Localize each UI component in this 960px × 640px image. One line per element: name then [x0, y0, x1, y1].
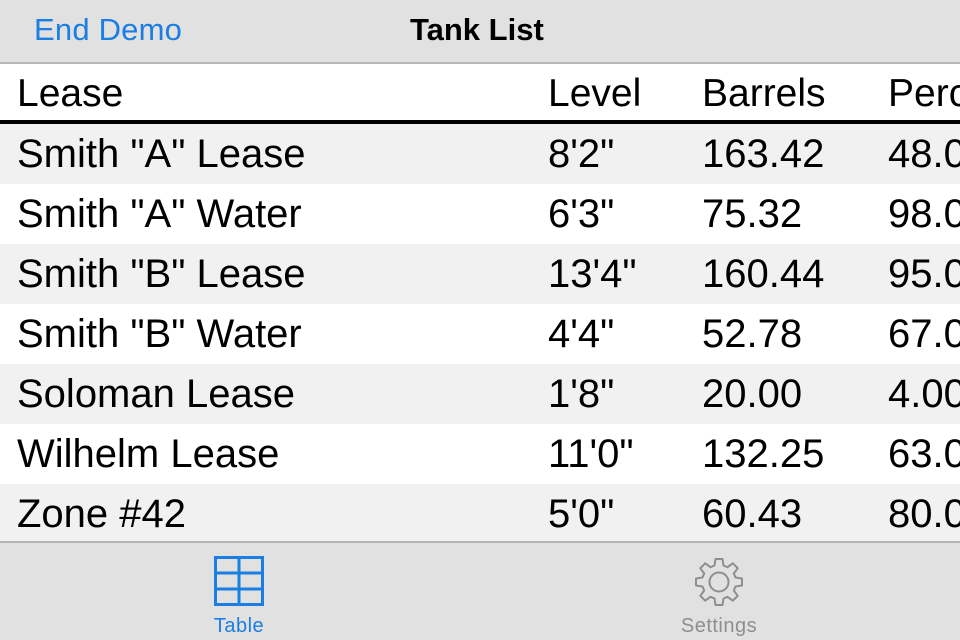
- table-row[interactable]: Smith "A" Water 6'3" 75.32 98.0: [0, 184, 960, 244]
- table-row[interactable]: Zone #42 5'0" 60.43 80.0: [0, 484, 960, 541]
- table-grid-icon: [214, 556, 264, 606]
- table-row[interactable]: Soloman Lease 1'8" 20.00 4.00: [0, 364, 960, 424]
- cell-percent: 63.0: [888, 432, 960, 476]
- gear-icon: [695, 558, 743, 606]
- cell-lease: Smith "B" Water: [17, 312, 302, 356]
- column-header-level[interactable]: Level: [548, 64, 641, 124]
- cell-lease: Zone #42: [17, 492, 187, 536]
- cell-barrels: 75.32: [702, 192, 803, 236]
- column-header-percent[interactable]: Perc: [888, 64, 960, 124]
- cell-level: 11'0": [548, 432, 634, 476]
- cell-barrels: 60.43: [702, 492, 803, 536]
- cell-lease: Soloman Lease: [17, 372, 295, 416]
- cell-percent: 67.0: [888, 312, 960, 356]
- navigation-bar: End Demo Tank List: [0, 0, 960, 64]
- cell-percent: 80.0: [888, 492, 960, 536]
- cell-level: 13'4": [548, 252, 637, 296]
- tab-table[interactable]: Table: [139, 543, 339, 640]
- cell-lease: Smith "A" Lease: [17, 132, 306, 176]
- cell-barrels: 52.78: [702, 312, 803, 356]
- cell-percent: 95.0: [888, 252, 960, 296]
- cell-level: 6'3": [548, 192, 615, 236]
- cell-lease: Smith "B" Lease: [17, 252, 306, 296]
- cell-percent: 4.00: [888, 372, 960, 416]
- cell-barrels: 163.42: [702, 132, 825, 176]
- table-row[interactable]: Smith "A" Lease 8'2" 163.42 48.0: [0, 124, 960, 184]
- tab-settings[interactable]: Settings: [619, 543, 819, 640]
- table-header-row: Lease Level Barrels Perc: [0, 64, 960, 124]
- cell-lease: Smith "A" Water: [17, 192, 302, 236]
- table-row[interactable]: Smith "B" Lease 13'4" 160.44 95.0: [0, 244, 960, 304]
- table-row[interactable]: Smith "B" Water 4'4" 52.78 67.0: [0, 304, 960, 364]
- cell-lease: Wilhelm Lease: [17, 432, 280, 476]
- cell-barrels: 20.00: [702, 372, 803, 416]
- cell-level: 1'8": [548, 372, 615, 416]
- cell-percent: 98.0: [888, 192, 960, 236]
- app-screen: End Demo Tank List Lease Level Barrels P…: [0, 0, 960, 640]
- tab-table-label: Table: [213, 615, 265, 637]
- column-header-barrels[interactable]: Barrels: [702, 64, 826, 124]
- tab-bar: Table Settings: [0, 541, 960, 640]
- cell-level: 4'4": [548, 312, 615, 356]
- cell-barrels: 132.25: [702, 432, 825, 476]
- tank-table[interactable]: Lease Level Barrels Perc Smith "A" Lease…: [0, 64, 960, 541]
- column-header-lease[interactable]: Lease: [17, 64, 123, 124]
- end-demo-button[interactable]: End Demo: [34, 12, 182, 48]
- cell-level: 5'0": [548, 492, 615, 536]
- cell-barrels: 160.44: [702, 252, 825, 296]
- cell-percent: 48.0: [888, 132, 960, 176]
- page-title: Tank List: [410, 12, 544, 47]
- cell-level: 8'2": [548, 132, 615, 176]
- table-row[interactable]: Wilhelm Lease 11'0" 132.25 63.0: [0, 424, 960, 484]
- tab-settings-label: Settings: [680, 615, 758, 637]
